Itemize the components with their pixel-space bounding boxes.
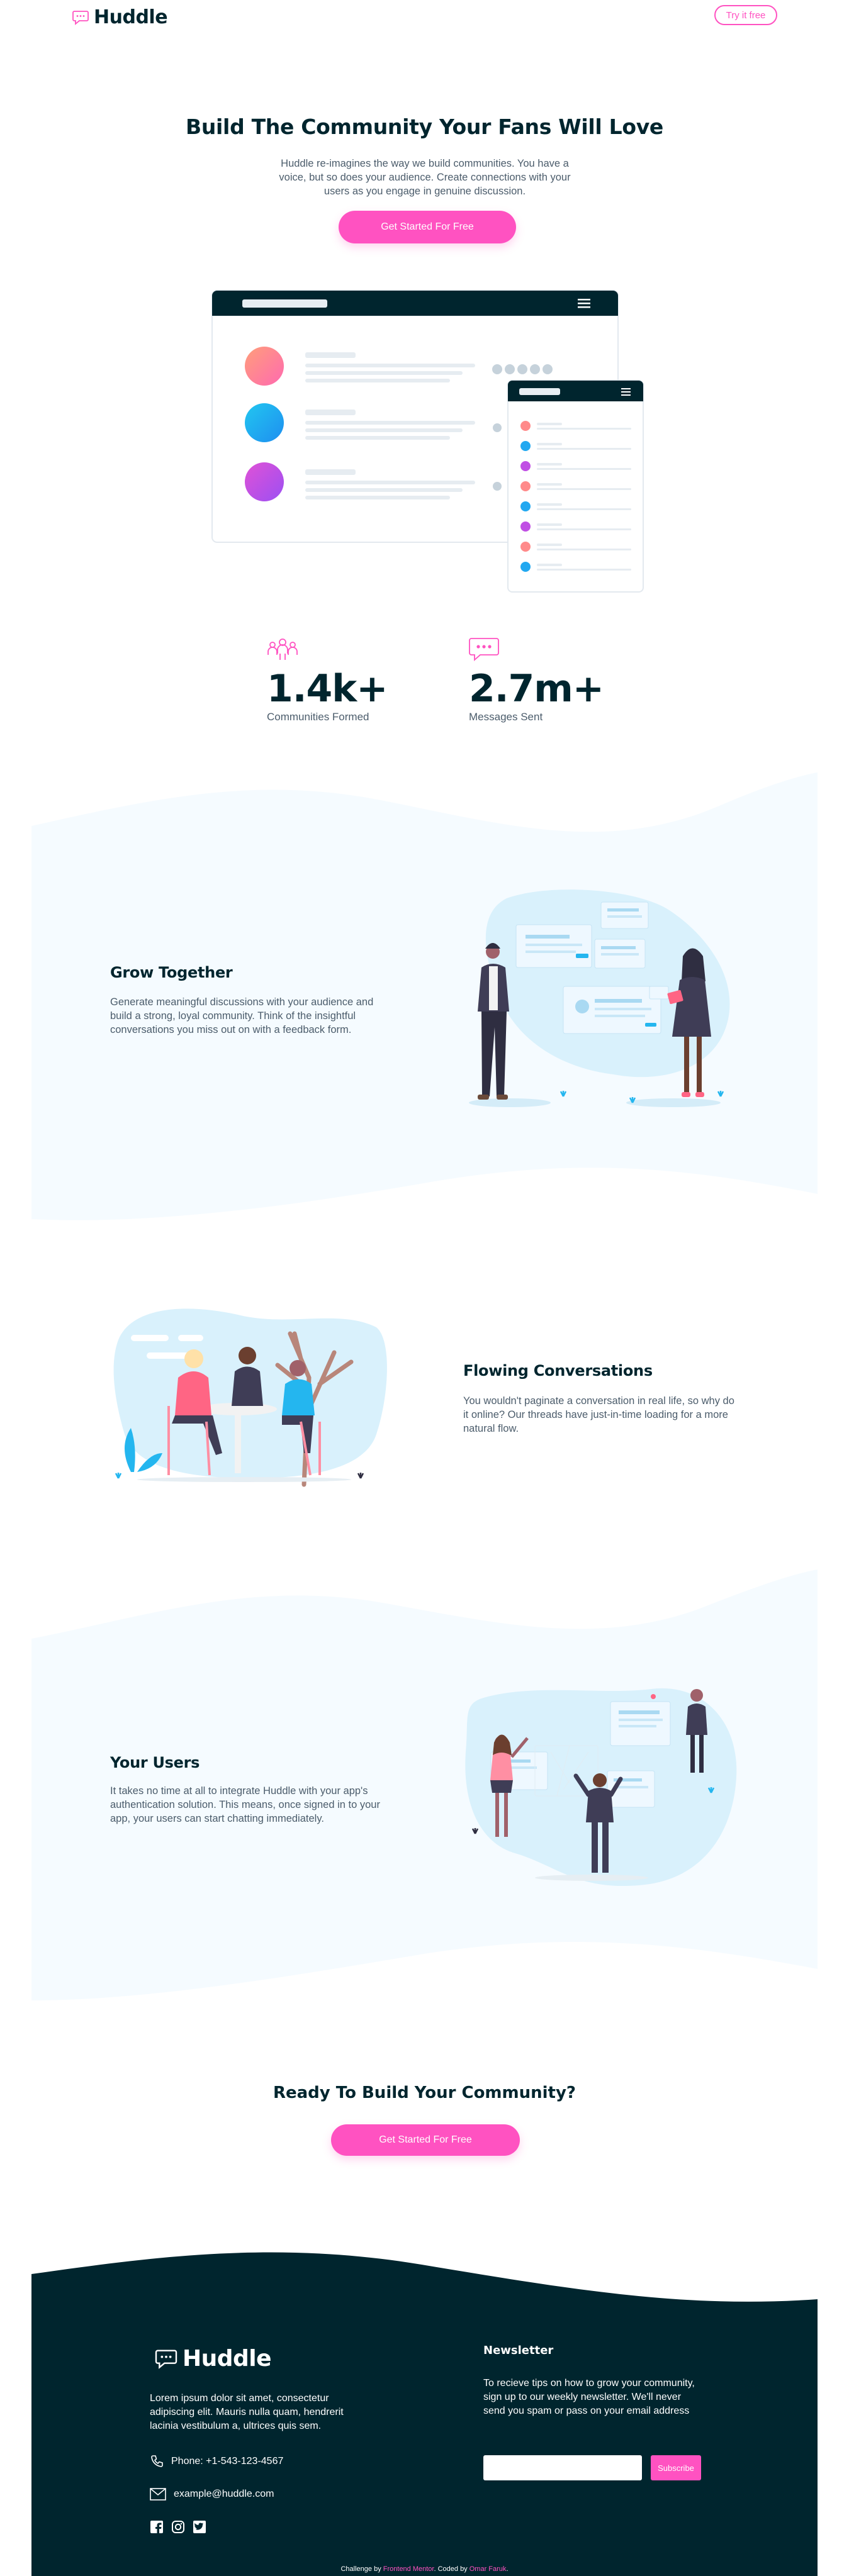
feature-description: Generate meaningful discussions with you… bbox=[110, 996, 374, 1035]
logo[interactable]: Huddle bbox=[72, 6, 168, 28]
newsletter-title: Newsletter bbox=[483, 2344, 554, 2357]
stat-value: 2.7m+ bbox=[469, 667, 604, 711]
stat-value: 1.4k+ bbox=[267, 667, 388, 711]
footer-about: Lorem ipsum dolor sit amet, consectetur … bbox=[150, 2393, 344, 2431]
chat-bubble-logo-icon bbox=[155, 2349, 177, 2369]
hero-title: Build The Community Your Fans Will Love bbox=[186, 114, 663, 139]
stat-communities: 1.4k+ Communities Formed bbox=[267, 637, 388, 723]
communities-icon bbox=[267, 638, 298, 660]
logo-text: Huddle bbox=[94, 6, 168, 28]
chat-bubble-logo-icon bbox=[72, 10, 89, 25]
cta-get-started-button[interactable]: Get Started For Free bbox=[331, 2124, 520, 2156]
footer-phone: Phone: +1-543-123-4567 bbox=[150, 2455, 283, 2468]
newsletter-description: To recieve tips on how to grow your comm… bbox=[483, 2378, 695, 2416]
attribution-suffix: . bbox=[506, 2565, 509, 2573]
stat-label: Communities Formed bbox=[267, 711, 369, 723]
footer-logo[interactable]: Huddle bbox=[155, 2346, 272, 2372]
phone-icon bbox=[151, 2455, 163, 2467]
flowing-conversations-illustration bbox=[113, 1308, 387, 1487]
footer-logo-text: Huddle bbox=[183, 2346, 272, 2372]
twitter-icon[interactable] bbox=[193, 2520, 206, 2534]
hero-get-started-button[interactable]: Get Started For Free bbox=[339, 211, 516, 243]
your-users-illustration bbox=[465, 1688, 737, 1887]
messages-icon bbox=[469, 638, 499, 662]
footer-email-text[interactable]: example@huddle.com bbox=[174, 2487, 274, 2501]
app-mockup-illustration bbox=[211, 290, 644, 593]
facebook-icon[interactable] bbox=[150, 2520, 164, 2534]
footer-email[interactable]: example@huddle.com bbox=[150, 2487, 274, 2501]
feature-description: You wouldn't paginate a conversation in … bbox=[463, 1395, 734, 1434]
attribution: Challenge by Frontend Mentor. Coded by O… bbox=[0, 2565, 849, 2573]
author-link[interactable]: Omar Faruk bbox=[469, 2565, 507, 2573]
instagram-icon[interactable] bbox=[171, 2520, 185, 2534]
try-it-free-button[interactable]: Try it free bbox=[714, 5, 777, 25]
footer-phone-text: Phone: +1-543-123-4567 bbox=[171, 2456, 284, 2467]
cta-title: Ready To Build Your Community? bbox=[273, 2083, 576, 2102]
frontend-mentor-link[interactable]: Frontend Mentor bbox=[383, 2565, 434, 2573]
hero-description: Huddle re-imagines the way we build comm… bbox=[279, 158, 571, 197]
grow-together-illustration bbox=[469, 889, 730, 1107]
newsletter-email-input[interactable] bbox=[483, 2455, 642, 2480]
stat-messages: 2.7m+ Messages Sent bbox=[469, 637, 604, 723]
social-links bbox=[150, 2520, 206, 2534]
attribution-mid: . Coded by bbox=[434, 2565, 469, 2573]
email-icon bbox=[150, 2488, 166, 2501]
feature-title: Grow Together bbox=[110, 964, 233, 981]
stat-label: Messages Sent bbox=[469, 711, 543, 723]
feature-description: It takes no time at all to integrate Hud… bbox=[110, 1785, 380, 1824]
attribution-prefix: Challenge by bbox=[340, 2565, 383, 2573]
feature-title: Your Users bbox=[110, 1754, 200, 1771]
subscribe-button[interactable]: Subscribe bbox=[651, 2455, 701, 2480]
feature-title: Flowing Conversations bbox=[463, 1362, 653, 1380]
